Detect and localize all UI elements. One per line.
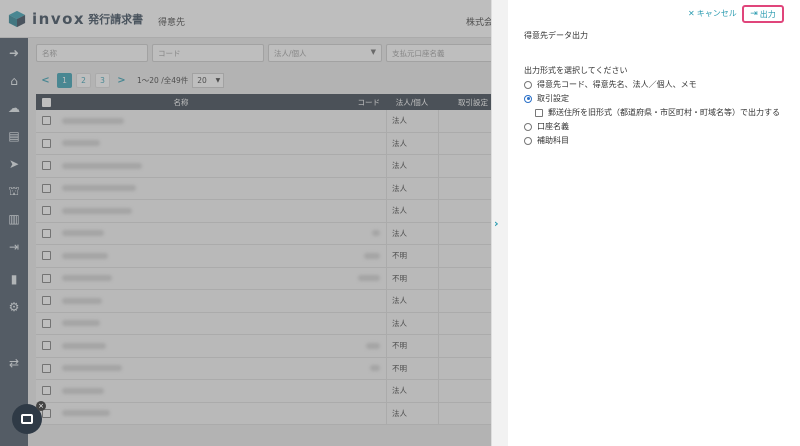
radio-icon — [524, 136, 532, 145]
app-background: invox 発行請求書 得意先 株式会社 ➜ ⌂ ☁ ▤ ➤ ⛫ ▥ ⇥ ▮ ⚙… — [0, 0, 508, 446]
option-sub-account-radio[interactable]: 補助科目 — [524, 135, 569, 146]
panel-title: 得意先データ出力 — [524, 31, 588, 40]
option-account-name-radio[interactable]: 口座名義 — [524, 121, 569, 132]
export-label: 出力 — [759, 9, 776, 19]
chat-close-icon[interactable]: × — [36, 401, 46, 411]
export-button[interactable]: ⇥ 出力 — [742, 5, 784, 23]
option-label: 補助科目 — [537, 136, 569, 145]
cancel-label: キャンセル — [696, 9, 737, 18]
chat-bubble-icon — [21, 414, 33, 424]
option-label: 得意先コード、得意先名、法人／個人、メモ — [537, 80, 697, 89]
modal-overlay[interactable] — [0, 0, 508, 446]
export-panel: ✕ キャンセル ⇥ 出力 得意先データ出力 出力形式を選択してください 得意先コード… — [508, 0, 800, 446]
export-icon: ⇥ — [750, 9, 758, 19]
cancel-button[interactable]: ✕ キャンセル — [688, 8, 737, 19]
format-prompt: 出力形式を選択してください — [524, 66, 628, 75]
checkbox-icon — [535, 108, 543, 117]
option-basic-radio[interactable]: 得意先コード、得意先名、法人／個人、メモ — [524, 79, 697, 90]
close-icon: ✕ — [688, 9, 695, 18]
legacy-address-checkbox[interactable]: 郵送住所を旧形式（都道府県・市区町村・町域名等）で出力する — [535, 107, 780, 118]
option-label: 取引設定 — [537, 94, 569, 103]
option-label: 郵送住所を旧形式（都道府県・市区町村・町域名等）で出力する — [548, 108, 780, 117]
radio-icon — [524, 80, 532, 89]
option-label: 口座名義 — [537, 122, 569, 131]
chevron-right-icon[interactable]: › — [494, 217, 499, 230]
option-transaction-radio[interactable]: 取引設定 — [524, 93, 569, 104]
radio-selected-icon — [524, 94, 532, 103]
radio-icon — [524, 122, 532, 131]
